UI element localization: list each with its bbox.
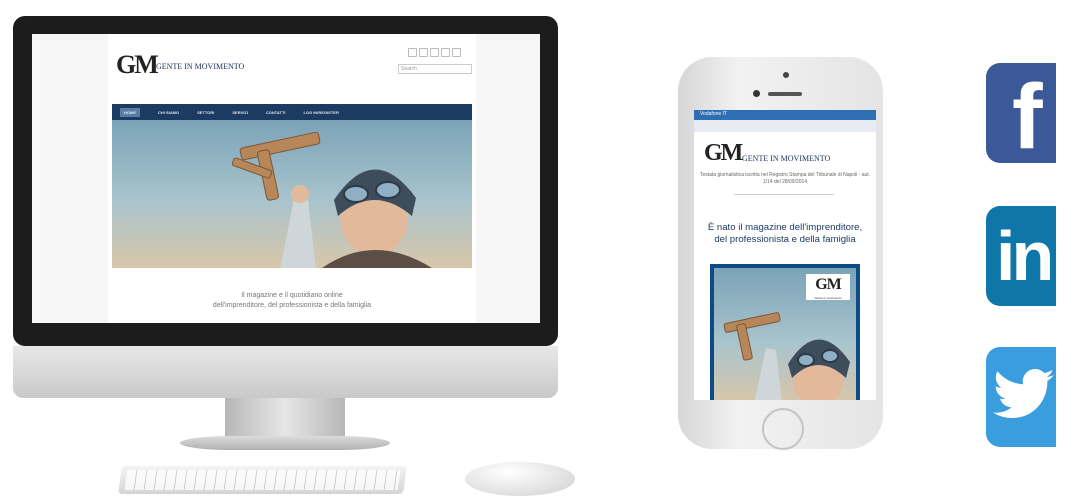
tagline-line-1: Il magazine e il quotidiano online [241,292,343,299]
tagline-line-2: dell'imprenditore, del professionista e … [212,302,372,309]
desktop-website: GM GENTE IN MOVIMENTO Search HOME CHI SI… [108,34,476,323]
linkedin-icon[interactable]: in [986,206,1056,306]
nav-item-home[interactable]: HOME [120,107,140,117]
headline-line-1: È nato il magazine dell'imprenditore, [707,222,863,233]
twitter-icon[interactable] [986,347,1056,447]
phone-front-sensor [783,72,789,78]
mobile-status-bar: Vodafone IT [694,110,876,120]
social-small-icon[interactable] [419,48,428,57]
keyboard [118,466,407,494]
mobile-logo-tagline: GENTE IN MOVIMENTO [742,154,831,163]
facebook-glyph: f [1012,66,1043,163]
desktop-nav-bar: HOME CHI SIAMO SETTORI SERVIZI CONTATTI … [112,104,472,120]
divider [734,194,834,195]
linkedin-glyph: in [996,217,1054,295]
mobile-registration-text: Testata giornalistica iscritta nel Regis… [699,172,871,185]
hero-image-boy-with-plane [112,120,472,268]
cover-tagline: Gente in movimento [814,296,842,300]
imac-stand-foot [180,436,390,450]
desktop-screen: GM GENTE IN MOVIMENTO Search HOME CHI SI… [32,34,540,323]
mobile-carrier: Vodafone IT [700,111,727,117]
social-small-icon[interactable] [452,48,461,57]
facebook-icon[interactable]: f [986,63,1056,163]
desktop-tagline: Il magazine e il quotidiano online dell'… [108,291,476,311]
phone-home-button[interactable] [762,408,804,450]
mobile-screen: Vodafone IT GM GENTE IN MOVIMENTO Testat… [694,110,876,400]
desktop-logo-tagline: GENTE IN MOVIMENTO [156,62,245,71]
desktop-search-input[interactable]: Search [398,64,472,74]
phone-camera-icon [753,90,760,97]
desktop-logo-mark[interactable]: GM [116,50,159,80]
mouse [465,462,575,496]
social-small-icon[interactable] [430,48,439,57]
magazine-cover[interactable]: GM Gente in movimento [710,264,860,400]
imac-chin [13,346,558,398]
nav-item-login[interactable]: LOG IN/REGISTER [304,110,339,115]
mobile-address-bar[interactable] [694,120,876,132]
mobile-logo-mark[interactable]: GM [704,140,743,167]
nav-item-servizi[interactable]: SERVIZI [232,110,248,115]
desktop-social-icons [408,48,461,57]
nav-item-settori[interactable]: SETTORI [197,110,214,115]
cover-image-boy-with-plane [723,312,850,400]
mobile-headline: È nato il magazine dell'imprenditore, de… [694,222,876,246]
phone-speaker [768,92,802,96]
nav-item-contatti[interactable]: CONTATTI [266,110,286,115]
social-small-icon[interactable] [441,48,450,57]
social-small-icon[interactable] [408,48,417,57]
nav-item-chi-siamo[interactable]: CHI SIAMO [158,110,179,115]
headline-line-2: del professionista e della famiglia [714,234,856,245]
twitter-bird-icon [993,369,1054,418]
imac-stand [225,398,345,438]
